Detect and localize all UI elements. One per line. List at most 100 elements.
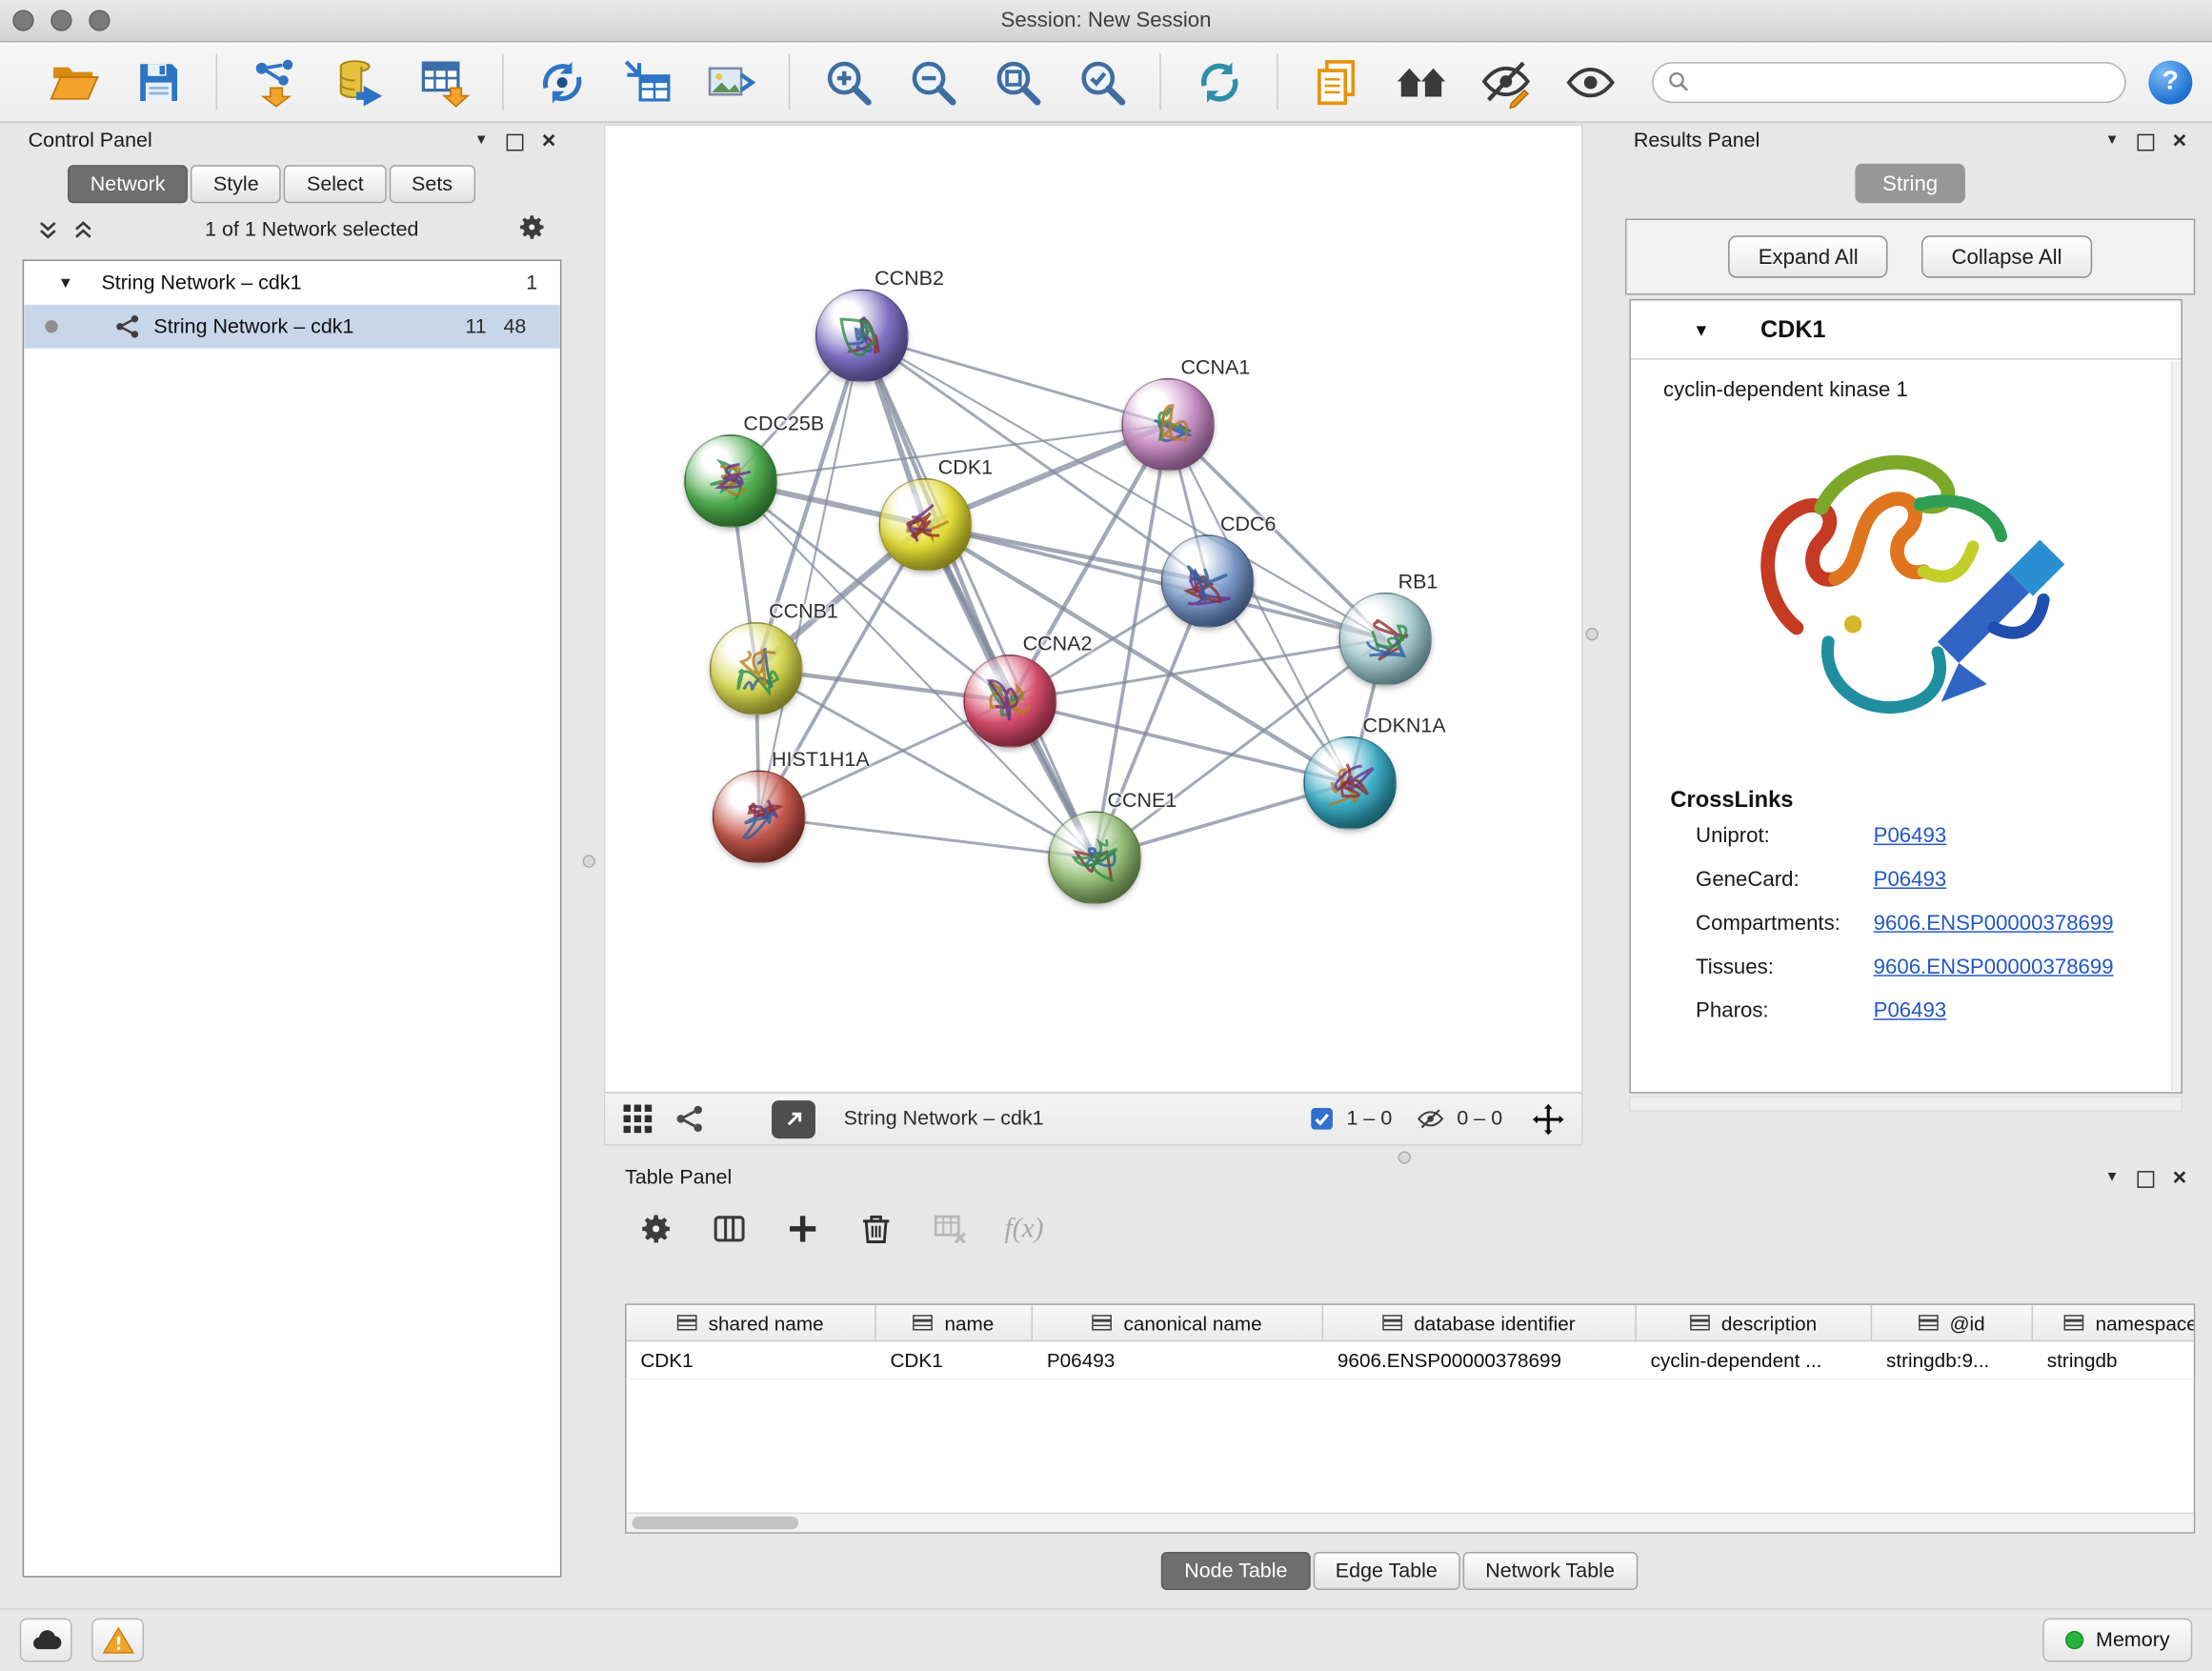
control-tab-sets[interactable]: Sets xyxy=(389,165,474,203)
export-image-button[interactable] xyxy=(698,50,763,114)
table-cell[interactable]: stringdb:9... xyxy=(1872,1341,2033,1379)
zoom-out-button[interactable] xyxy=(900,50,965,114)
add-column-button[interactable] xyxy=(784,1211,821,1248)
zoom-selected-button[interactable] xyxy=(1070,50,1135,114)
column-header-namespace[interactable]: namespace xyxy=(2033,1305,2195,1340)
expand-all-button[interactable]: Expand All xyxy=(1729,235,1888,277)
detach-view-button[interactable] xyxy=(772,1099,815,1137)
table-cell[interactable]: cyclin-dependent ... xyxy=(1637,1341,1872,1379)
network-options-gear-icon[interactable] xyxy=(516,211,548,249)
results-scrollbar[interactable] xyxy=(2171,361,2181,1091)
network-node-CDK1[interactable] xyxy=(879,478,973,572)
network-canvas[interactable]: CCNB2CCNA1CDC25BCDK1CDC6RB1CCNB1CCNA2CDK… xyxy=(605,126,1581,1092)
network-node-CCNE1[interactable] xyxy=(1048,812,1141,905)
float-panel-icon[interactable]: ▼ xyxy=(474,134,489,149)
maximize-panel-icon[interactable] xyxy=(507,133,524,151)
column-header-name[interactable]: name xyxy=(876,1305,1033,1340)
view-grid-button[interactable] xyxy=(622,1103,654,1135)
tab-string[interactable]: String xyxy=(1855,164,1965,203)
memory-button[interactable]: Memory xyxy=(2042,1619,2193,1662)
import-network-file-button[interactable] xyxy=(243,50,308,114)
close-panel-icon[interactable]: × xyxy=(2173,1164,2187,1188)
network-node-CDC25B[interactable] xyxy=(684,434,777,528)
network-node-HIST1H1A[interactable] xyxy=(713,771,806,864)
splitter-handle-right[interactable] xyxy=(1586,628,1599,640)
results-horizontal-scrollbar[interactable] xyxy=(1629,1097,2182,1112)
apply-layout-button[interactable] xyxy=(1186,50,1251,114)
column-header-description[interactable]: description xyxy=(1637,1305,1872,1340)
control-tab-style[interactable]: Style xyxy=(191,165,281,203)
open-session-button[interactable] xyxy=(41,50,106,114)
table-cell[interactable]: 9606.ENSP00000378699 xyxy=(1323,1341,1637,1379)
crosslink-value-link[interactable]: 9606.ENSP00000378699 xyxy=(1874,912,2114,936)
warnings-button[interactable] xyxy=(91,1619,144,1662)
pan-crosshair-icon[interactable] xyxy=(1532,1102,1564,1135)
column-header-canonical-name[interactable]: canonical name xyxy=(1033,1305,1323,1340)
network-node-CDC6[interactable] xyxy=(1161,534,1255,628)
network-node-CCNA2[interactable] xyxy=(963,654,1056,748)
gene-section-header[interactable]: ▼ CDK1 xyxy=(1631,300,2182,359)
crosslink-value-link[interactable]: P06493 xyxy=(1874,868,1947,892)
help-button[interactable]: ? xyxy=(2148,60,2192,104)
splitter-handle-bottom[interactable] xyxy=(1398,1151,1411,1163)
float-panel-icon[interactable]: ▼ xyxy=(2105,1171,2120,1185)
delete-table-button[interactable] xyxy=(931,1211,968,1248)
collapse-triangle-icon[interactable]: ▼ xyxy=(1693,319,1710,339)
close-window-button[interactable] xyxy=(12,10,33,30)
hidden-eye-slash-icon[interactable] xyxy=(1416,1105,1444,1134)
show-columns-button[interactable] xyxy=(711,1211,748,1248)
import-network-database-button[interactable] xyxy=(328,50,392,114)
collapse-triangle-icon[interactable]: ▼ xyxy=(58,274,73,292)
network-node-CCNB2[interactable] xyxy=(815,290,909,383)
maximize-panel-icon[interactable] xyxy=(2138,1170,2155,1187)
table-cell[interactable]: CDK1 xyxy=(627,1341,876,1379)
table-row[interactable]: CDK1CDK1P064939606.ENSP00000378699cyclin… xyxy=(627,1341,2194,1379)
crosslink-value-link[interactable]: P06493 xyxy=(1874,998,1947,1022)
float-panel-icon[interactable]: ▼ xyxy=(2105,134,2120,149)
snapshots-button[interactable] xyxy=(1388,50,1453,114)
table-tab-network-table[interactable]: Network Table xyxy=(1463,1552,1638,1590)
table-settings-button[interactable] xyxy=(637,1211,674,1248)
table-cell[interactable]: CDK1 xyxy=(876,1341,1033,1379)
column-header-database-identifier[interactable]: database identifier xyxy=(1323,1305,1637,1340)
table-cell[interactable]: stringdb xyxy=(2033,1341,2195,1379)
fit-content-button[interactable] xyxy=(985,50,1050,114)
save-session-button[interactable] xyxy=(126,50,191,114)
minimize-window-button[interactable] xyxy=(50,10,71,30)
network-node-CCNB1[interactable] xyxy=(710,622,803,715)
show-details-button[interactable] xyxy=(1558,50,1622,114)
zoom-window-button[interactable] xyxy=(89,10,110,30)
network-node-CDKN1A[interactable] xyxy=(1303,736,1397,830)
function-builder-button[interactable]: f(x) xyxy=(1004,1213,1043,1245)
cloud-button[interactable] xyxy=(20,1619,72,1662)
column-header-shared-name[interactable]: shared name xyxy=(627,1305,876,1340)
attach-table-button[interactable] xyxy=(613,50,678,114)
maximize-panel-icon[interactable] xyxy=(2138,133,2155,151)
table-tab-node-table[interactable]: Node Table xyxy=(1161,1552,1310,1590)
control-tab-network[interactable]: Network xyxy=(68,165,188,203)
collapse-all-button[interactable]: Collapse All xyxy=(1921,235,2091,277)
view-network-button[interactable] xyxy=(674,1103,706,1135)
import-table-button[interactable] xyxy=(412,50,476,114)
search-input[interactable] xyxy=(1699,70,2110,93)
network-collection-row[interactable]: ▼ String Network – cdk1 1 xyxy=(24,261,560,305)
network-from-selection-button[interactable] xyxy=(529,50,593,114)
table-tab-edge-table[interactable]: Edge Table xyxy=(1313,1552,1459,1590)
selected-checkbox-icon[interactable] xyxy=(1309,1106,1335,1132)
copy-document-button[interactable] xyxy=(1303,50,1368,114)
column-header--id[interactable]: @id xyxy=(1872,1305,2033,1340)
delete-column-button[interactable] xyxy=(857,1211,895,1248)
table-cell[interactable]: P06493 xyxy=(1033,1341,1323,1379)
crosslink-value-link[interactable]: P06493 xyxy=(1874,824,1947,848)
close-panel-icon[interactable]: × xyxy=(542,128,556,151)
crosslink-value-link[interactable]: 9606.ENSP00000378699 xyxy=(1874,956,2114,979)
network-row[interactable]: String Network – cdk1 11 48 xyxy=(24,305,560,349)
scrollbar-thumb[interactable] xyxy=(632,1517,798,1529)
table-horizontal-scrollbar[interactable] xyxy=(627,1513,2194,1533)
hide-details-button[interactable] xyxy=(1473,50,1538,114)
search-field[interactable] xyxy=(1652,61,2126,102)
network-node-CCNA1[interactable] xyxy=(1121,378,1215,472)
splitter-handle-left[interactable] xyxy=(583,855,595,867)
expand-all-networks-icon[interactable] xyxy=(72,219,95,242)
close-panel-icon[interactable]: × xyxy=(2173,128,2187,151)
